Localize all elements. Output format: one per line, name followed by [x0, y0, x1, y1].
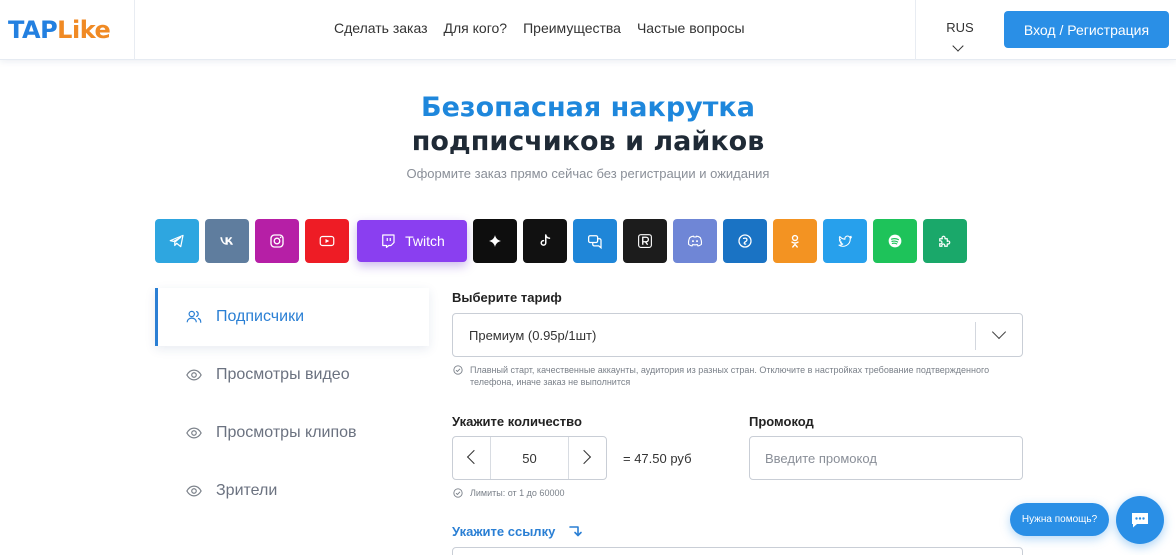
limits-note: Лимиты: от 1 до 60000	[453, 487, 653, 499]
logo-part2: Like	[57, 16, 111, 44]
platform-spotify-button[interactable]	[873, 219, 917, 263]
language-label: RUS	[946, 20, 974, 35]
users-icon	[186, 310, 202, 323]
link-label-text: Укажите ссылку	[452, 524, 556, 539]
platform-odnoklassniki-button[interactable]	[773, 219, 817, 263]
platform-vk-button[interactable]	[205, 219, 249, 263]
check-circle-icon	[453, 365, 463, 375]
help-button[interactable]: Нужна помощь?	[1010, 503, 1109, 536]
platform-twitch-button[interactable]: Twitch	[357, 220, 467, 262]
tariff-label: Выберите тариф	[452, 290, 562, 305]
select-divider	[975, 322, 976, 350]
promo-input[interactable]	[749, 436, 1023, 480]
nav-faq[interactable]: Частые вопросы	[637, 20, 745, 36]
yappy-icon	[738, 234, 752, 248]
chat-widget-button[interactable]	[1116, 496, 1164, 544]
discord-icon	[687, 235, 703, 247]
quantity-decrease-button[interactable]	[453, 437, 491, 479]
menu-item-video-views[interactable]: Просмотры видео	[155, 346, 429, 404]
platform-threads-button[interactable]	[473, 219, 517, 263]
hero-title-line2: подписчиков и лайков	[411, 126, 765, 157]
platform-discord-button[interactable]	[673, 219, 717, 263]
platform-youtube-button[interactable]	[305, 219, 349, 263]
chat-bubble-icon	[1132, 513, 1148, 528]
twitter-icon	[838, 235, 852, 247]
menu-item-subscribers[interactable]: Подписчики	[155, 288, 429, 346]
eye-icon	[186, 369, 202, 381]
platform-tiktok-button[interactable]	[523, 219, 567, 263]
link-label: Укажите ссылку	[452, 524, 582, 539]
platform-zen-button[interactable]	[923, 219, 967, 263]
sparkle-icon	[489, 235, 501, 247]
platform-instagram-button[interactable]	[255, 219, 299, 263]
menu-item-label: Подписчики	[216, 308, 305, 325]
tariff-value: Премиум (0.95р/1шт)	[469, 328, 597, 343]
menu-item-viewers[interactable]: Зрители	[155, 462, 429, 520]
tiktok-icon	[540, 234, 551, 246]
logo[interactable]: TAPLike	[8, 16, 111, 44]
total-price: = 47.50 руб	[623, 451, 692, 466]
nav-order[interactable]: Сделать заказ	[334, 20, 428, 36]
quantity-label: Укажите количество	[452, 414, 582, 429]
nav-for-whom[interactable]: Для кого?	[444, 20, 508, 36]
quantity-stepper: 50	[452, 436, 607, 480]
chat-icon	[587, 235, 602, 250]
twitch-label: Twitch	[405, 233, 445, 249]
chevron-right-icon	[576, 449, 592, 465]
hero-title-line1: Безопасная накрутка	[421, 92, 755, 123]
ok-icon	[791, 234, 799, 248]
eye-icon	[186, 485, 202, 497]
spotify-icon	[888, 234, 902, 248]
platform-likee-button[interactable]	[573, 219, 617, 263]
quantity-value[interactable]: 50	[491, 451, 568, 466]
menu-item-label: Просмотры клипов	[216, 424, 357, 441]
youtube-icon	[319, 235, 335, 247]
twitch-icon	[382, 234, 395, 248]
header: TAPLike Сделать заказ Для кого? Преимуще…	[0, 0, 1176, 60]
language-selector[interactable]: RUS	[946, 20, 974, 52]
menu-item-label: Просмотры видео	[216, 366, 350, 383]
puzzle-icon	[939, 235, 951, 247]
link-input[interactable]	[452, 547, 1023, 555]
chevron-down-icon	[952, 40, 964, 52]
vk-icon	[220, 237, 233, 245]
rutube-icon	[638, 234, 652, 248]
menu-item-clip-views[interactable]: Просмотры клипов	[155, 404, 429, 462]
tariff-note-text: Плавный старт, качественные аккаунты, ау…	[470, 365, 990, 387]
promo-label: Промокод	[749, 414, 814, 429]
platform-twitter-button[interactable]	[823, 219, 867, 263]
instagram-icon	[270, 234, 284, 248]
platform-telegram-button[interactable]	[155, 219, 199, 263]
platform-rutube-button[interactable]	[623, 219, 667, 263]
telegram-icon	[169, 234, 184, 248]
logo-part1: TAP	[8, 16, 58, 44]
quantity-increase-button[interactable]	[568, 437, 606, 479]
eye-icon	[186, 427, 202, 439]
limits-note-text: Лимиты: от 1 до 60000	[470, 488, 565, 498]
menu-item-label: Зрители	[216, 482, 278, 499]
hero-subtitle: Оформите заказ прямо сейчас без регистра…	[406, 166, 770, 181]
login-register-button[interactable]: Вход / Регистрация	[1004, 11, 1169, 48]
chevron-down-icon	[991, 324, 1007, 340]
arrow-down-right-icon	[569, 526, 582, 537]
nav-advantages[interactable]: Преимущества	[523, 20, 621, 36]
header-divider	[915, 0, 916, 60]
tariff-select[interactable]: Премиум (0.95р/1шт)	[452, 313, 1023, 357]
chevron-left-icon	[466, 449, 482, 465]
header-divider	[134, 0, 135, 60]
main-nav: Сделать заказ Для кого? Преимущества Час…	[334, 20, 745, 36]
check-circle-icon	[453, 488, 463, 498]
tariff-note: Плавный старт, качественные аккаунты, ау…	[453, 364, 993, 388]
platform-yappy-button[interactable]	[723, 219, 767, 263]
